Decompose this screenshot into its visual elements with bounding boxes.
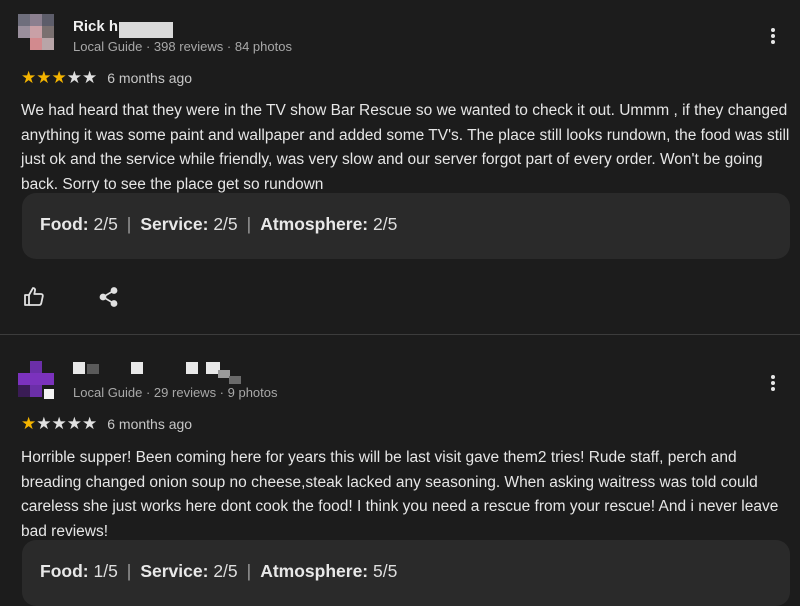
reviewer-name[interactable]: Rick h <box>73 18 118 35</box>
review-text: We had heard that they were in the TV sh… <box>21 102 790 193</box>
ratings-breakdown: Food: 1/5 | Service: 2/5 | Atmosphere: 5/5 <box>22 540 790 606</box>
separator: | <box>126 561 132 581</box>
review-card: Local Guide · 29 reviews · 9 photos ★★★★… <box>0 336 800 606</box>
star-icon: ★ <box>21 68 37 87</box>
food-label: Food: <box>40 214 89 234</box>
separator: | <box>126 214 132 234</box>
star-rating: ★★★★★ <box>21 415 97 433</box>
reviewer-meta[interactable]: Local Guide · 29 reviews · 9 photos <box>73 385 278 400</box>
atmosphere-label: Atmosphere: <box>260 561 369 581</box>
star-icon: ★ <box>21 414 37 433</box>
food-score: 2/5 <box>93 214 118 234</box>
rating-row: ★★★★★ 6 months ago <box>21 415 192 433</box>
redacted-name-block <box>73 362 243 384</box>
more-options-button[interactable] <box>765 26 781 50</box>
reviewer-meta[interactable]: Local Guide · 398 reviews · 84 photos <box>73 39 292 54</box>
share-button[interactable] <box>98 286 120 308</box>
ratings-breakdown: Food: 2/5 | Service: 2/5 | Atmosphere: 2/5 <box>22 193 790 259</box>
separator: | <box>246 214 252 234</box>
service-score: 2/5 <box>213 214 238 234</box>
star-icon: ★ <box>66 68 82 87</box>
separator: | <box>246 561 252 581</box>
avatar[interactable] <box>18 14 58 50</box>
redacted-name-block <box>119 22 173 38</box>
star-icon: ★ <box>66 414 82 433</box>
like-button[interactable] <box>22 285 46 309</box>
star-icon: ★ <box>51 68 67 87</box>
star-icon: ★ <box>82 68 98 87</box>
star-icon: ★ <box>82 414 98 433</box>
thumbs-up-icon <box>24 287 44 306</box>
food-label: Food: <box>40 561 89 581</box>
review-time: 6 months ago <box>107 70 193 86</box>
share-icon <box>99 287 118 307</box>
more-options-button[interactable] <box>765 373 781 397</box>
star-rating: ★★★★★ <box>21 69 97 87</box>
review-time: 6 months ago <box>107 416 193 432</box>
review-text: Horrible supper! Been coming here for ye… <box>21 449 779 540</box>
service-label: Service: <box>140 561 209 581</box>
review-card: Rick h Local Guide · 398 reviews · 84 ph… <box>0 0 800 334</box>
atmosphere-score: 2/5 <box>373 214 398 234</box>
service-label: Service: <box>140 214 209 234</box>
rating-row: ★★★★★ 6 months ago <box>21 69 192 87</box>
review-divider <box>0 334 800 335</box>
star-icon: ★ <box>36 414 52 433</box>
avatar[interactable] <box>18 361 58 399</box>
atmosphere-score: 5/5 <box>373 561 398 581</box>
star-icon: ★ <box>51 414 67 433</box>
service-score: 2/5 <box>213 561 238 581</box>
atmosphere-label: Atmosphere: <box>260 214 369 234</box>
food-score: 1/5 <box>93 561 118 581</box>
star-icon: ★ <box>36 68 52 87</box>
